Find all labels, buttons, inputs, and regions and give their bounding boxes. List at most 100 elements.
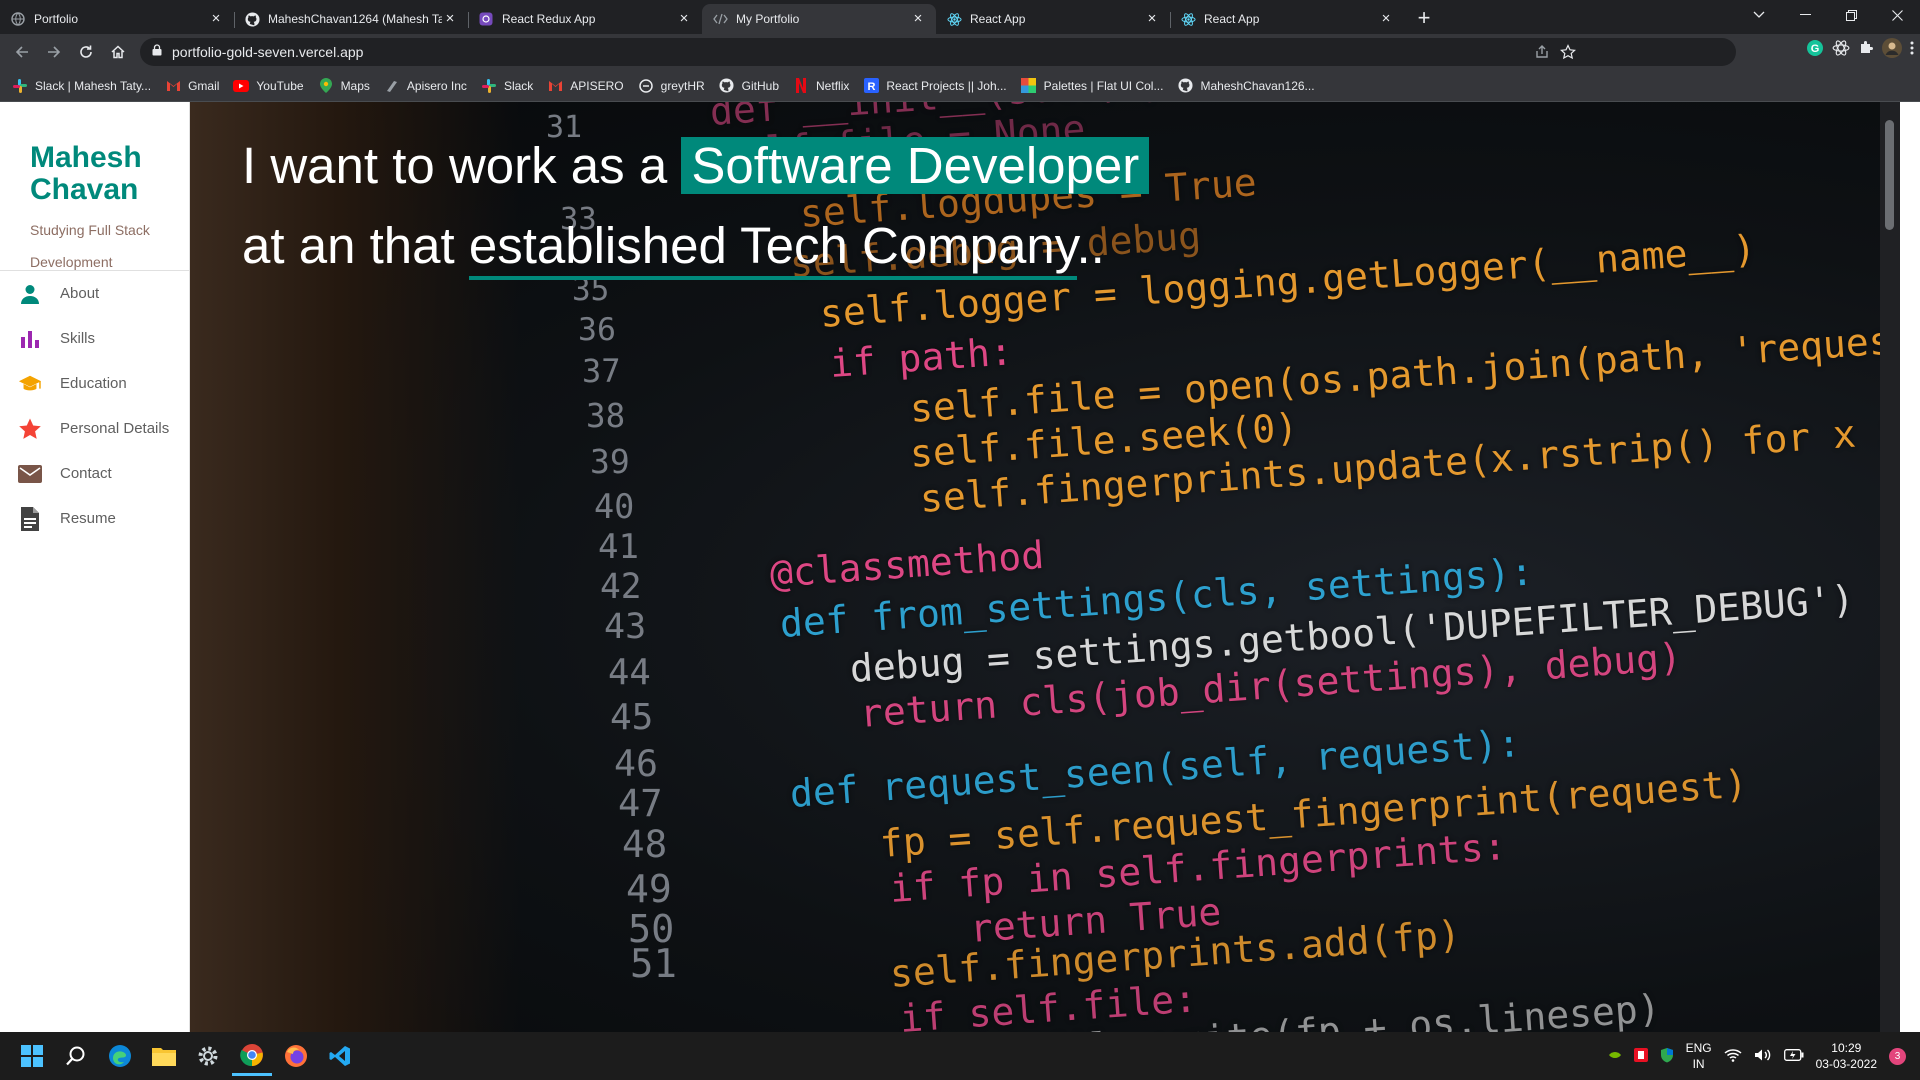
browser-tab-bar: Portfolio × MaheshChavan1264 (Mahesh Tat… <box>0 0 1920 34</box>
sidebar-item-label: Education <box>60 375 127 392</box>
bookmark-item[interactable]: R React Projects || Joh... <box>863 78 1007 94</box>
browser-toolbar: portfolio-gold-seven.vercel.app G <box>0 34 1920 70</box>
bookmark-item[interactable]: Apisero Inc <box>384 78 467 94</box>
sidebar-item-resume[interactable]: Resume <box>0 496 189 541</box>
browser-tab[interactable]: React App × <box>1170 4 1404 34</box>
react-devtools-icon[interactable] <box>1832 39 1850 62</box>
bookmark-label: Gmail <box>188 78 220 93</box>
slack-icon <box>481 78 497 94</box>
volume-icon[interactable] <box>1754 1048 1772 1065</box>
nvidia-icon[interactable] <box>1608 1049 1622 1063</box>
profile-avatar[interactable] <box>1882 38 1902 63</box>
windows-security-icon[interactable] <box>1660 1047 1674 1066</box>
bookmark-label: APISERO <box>570 78 624 93</box>
bookmark-item[interactable]: Slack | Mahesh Taty... <box>12 78 151 94</box>
bookmark-label: GitHub <box>741 78 780 93</box>
share-icon[interactable] <box>1534 44 1550 65</box>
grammarly-icon[interactable]: G <box>1806 39 1824 62</box>
edge-icon[interactable] <box>100 1036 140 1076</box>
browser-tab[interactable]: React App × <box>936 4 1170 34</box>
clock[interactable]: 10:29 03-03-2022 <box>1816 1040 1877 1072</box>
back-arrow-icon[interactable] <box>6 36 38 68</box>
gmail-icon <box>165 78 181 94</box>
bookmark-label: Maps <box>340 78 370 93</box>
language-code: ENG <box>1685 1041 1712 1055</box>
firefox-icon[interactable] <box>276 1036 316 1076</box>
bookmark-item[interactable]: MaheshChavan126... <box>1177 78 1315 94</box>
wifi-icon[interactable] <box>1724 1048 1742 1065</box>
hero-highlight: Software Developer <box>681 137 1150 194</box>
hero-line-2: at an that established Tech Company.. <box>242 206 1149 286</box>
bookmark-item[interactable]: Gmail <box>165 78 219 94</box>
clock-time: 10:29 <box>1831 1041 1862 1055</box>
minimize-button[interactable] <box>1782 0 1828 30</box>
forward-arrow-icon[interactable] <box>38 36 70 68</box>
bookmark-item[interactable]: Maps <box>318 78 370 94</box>
document-icon <box>18 506 42 531</box>
battery-icon[interactable] <box>1783 1048 1804 1064</box>
code-line-number: 39 <box>590 442 630 481</box>
bookmark-item[interactable]: Netflix <box>793 78 849 94</box>
close-icon[interactable]: × <box>1144 11 1160 27</box>
browser-tab[interactable]: React Redux App × <box>468 4 702 34</box>
close-window-button[interactable] <box>1874 0 1920 30</box>
language-indicator[interactable]: ENG IN <box>1686 1040 1712 1072</box>
scrollbar-thumb[interactable] <box>1885 120 1894 230</box>
sidebar-item-about[interactable]: About <box>0 271 189 316</box>
close-icon[interactable]: × <box>1378 11 1394 27</box>
svg-text:G: G <box>1811 43 1820 55</box>
tray-app-icon[interactable] <box>1633 1047 1648 1065</box>
region-code: IN <box>1692 1057 1705 1071</box>
code-line-number: 41 <box>598 527 639 567</box>
code-line-number: 48 <box>622 822 668 866</box>
reload-icon[interactable] <box>70 36 102 68</box>
bookmark-item[interactable]: Palettes | Flat UI Col... <box>1021 78 1164 94</box>
windows-start-icon[interactable] <box>12 1036 52 1076</box>
new-tab-button[interactable]: + <box>1410 5 1438 33</box>
bookmark-item[interactable]: YouTube <box>233 78 304 94</box>
scrollbar[interactable] <box>1880 102 1900 1032</box>
hero-line-1: I want to work as a Software Developer <box>242 126 1150 206</box>
browser-tab-active[interactable]: My Portfolio × <box>702 4 936 34</box>
code-line-number: 42 <box>600 567 642 607</box>
clock-date: 03-03-2022 <box>1815 1057 1877 1071</box>
bookmark-item[interactable]: APISERO <box>547 78 624 94</box>
bookmark-item[interactable]: GitHub <box>719 78 779 94</box>
bookmark-label: Palettes | Flat UI Col... <box>1043 78 1164 93</box>
extensions-puzzle-icon[interactable] <box>1858 40 1874 61</box>
home-icon[interactable] <box>102 36 134 68</box>
sidebar-item-label: Skills <box>60 330 96 347</box>
brand-subtitle-line1: Studying Full Stack <box>30 222 150 238</box>
bookmark-item[interactable]: Slack <box>481 78 533 94</box>
code-line-number: 37 <box>582 352 621 390</box>
url-text: portfolio-gold-seven.vercel.app <box>172 44 364 60</box>
restore-button[interactable] <box>1828 0 1874 30</box>
close-icon[interactable]: × <box>442 11 458 27</box>
hero-line2-prefix: at an that <box>242 217 469 274</box>
menu-dots-icon[interactable] <box>1910 40 1914 61</box>
chrome-icon[interactable] <box>232 1036 272 1076</box>
sidebar-item-personal-details[interactable]: Personal Details <box>0 406 189 451</box>
notification-badge[interactable]: 3 <box>1889 1047 1906 1065</box>
browser-tab[interactable]: Portfolio × <box>0 4 234 34</box>
tab-title: MaheshChavan1264 (Mahesh Tat <box>268 12 442 26</box>
bookmark-item[interactable]: greytHR <box>638 78 705 94</box>
close-icon[interactable]: × <box>910 11 926 27</box>
browser-tab[interactable]: MaheshChavan1264 (Mahesh Tat × <box>234 4 468 34</box>
bookmark-star-icon[interactable] <box>1560 44 1576 65</box>
file-explorer-icon[interactable] <box>144 1036 184 1076</box>
hero-underlined: established Tech Company <box>468 217 1077 280</box>
address-bar[interactable]: portfolio-gold-seven.vercel.app <box>140 38 1736 66</box>
sidebar-item-contact[interactable]: Contact <box>0 451 189 496</box>
sidebar-item-skills[interactable]: Skills <box>0 316 189 361</box>
close-icon[interactable]: × <box>676 11 692 27</box>
tab-search-chevron-icon[interactable] <box>1736 0 1782 30</box>
settings-gear-icon[interactable] <box>188 1036 228 1076</box>
windows-taskbar: ENG IN 10:29 03-03-2022 3 <box>0 1032 1920 1080</box>
brand: Mahesh Chavan Studying Full Stack Develo… <box>0 102 189 271</box>
vscode-icon[interactable] <box>320 1036 360 1076</box>
search-icon[interactable] <box>56 1036 96 1076</box>
close-icon[interactable]: × <box>208 11 224 27</box>
lock-icon[interactable] <box>152 43 162 61</box>
sidebar-item-education[interactable]: Education <box>0 361 189 406</box>
